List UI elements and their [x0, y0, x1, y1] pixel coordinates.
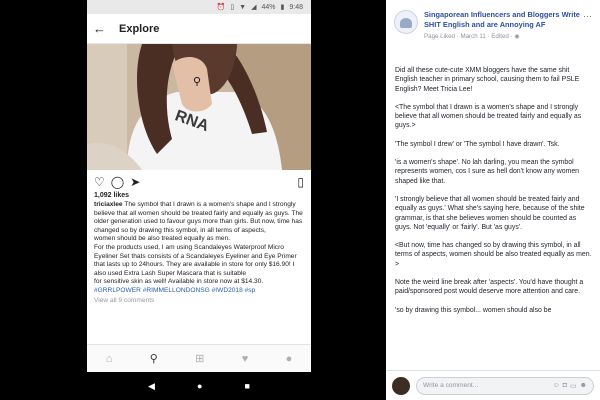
view-all-comments-link[interactable]: View all 9 comments	[94, 297, 304, 304]
share-icon[interactable]: ➤	[130, 175, 140, 189]
bookmark-icon[interactable]: ▯	[297, 175, 304, 189]
post-meta-text: Page Liked · March 11 · Edited ·	[424, 33, 515, 40]
user-avatar	[392, 376, 410, 395]
home-icon[interactable]: ⌂	[106, 353, 113, 365]
app-bar: ← Explore	[87, 14, 311, 44]
comment-icon[interactable]: ◯	[111, 175, 124, 189]
comment-bar: Write a comment... ☺ ◘ ▭ ☻	[386, 370, 600, 400]
post-actions: ♡ ◯ ➤ ▯	[94, 170, 304, 194]
caption-line-3: For the products used, I am using Scanda…	[94, 243, 297, 277]
battery-icon: ▮	[280, 4, 285, 11]
clock: 9:48	[289, 3, 303, 11]
screenshot-root: ⏰ ▯ ▼ ◢ 44% ▮ 9:48 ← Explore RNA ♡ ◯ ➤ ▯…	[0, 0, 600, 400]
post-image: RNA	[87, 44, 311, 170]
post-photo[interactable]: RNA	[87, 44, 311, 170]
post-header: Singaporean Influencers and Bloggers Wri…	[386, 0, 600, 62]
sticker-icon[interactable]: ☻	[580, 382, 587, 389]
username[interactable]: triciaxlee	[94, 201, 123, 208]
post-paragraph: Note the weird line break after 'aspects…	[395, 279, 584, 296]
recents-square-icon[interactable]: ■	[245, 381, 250, 391]
page-title: Explore	[119, 22, 160, 35]
add-post-icon[interactable]: ⊞	[195, 352, 204, 365]
page-name-link[interactable]: Singaporean Influencers and Bloggers Wri…	[424, 10, 592, 30]
battery-percent: 44%	[261, 3, 276, 11]
post-paragraph: 'so by drawing this symbol... women shou…	[395, 306, 552, 314]
comment-placeholder: Write a comment...	[423, 382, 479, 389]
gif-icon[interactable]: ▭	[570, 382, 577, 390]
caption-line-2: women should be also treated equally as …	[94, 235, 230, 243]
search-icon[interactable]: ⚲	[150, 352, 158, 365]
camera-icon[interactable]: ◘	[563, 382, 567, 389]
caption-line-4: for sensitive skin as well! Available in…	[94, 278, 264, 286]
post-paragraph: Did all these cute-cute XMM bloggers hav…	[395, 67, 580, 93]
comment-input[interactable]: Write a comment... ☺ ◘ ▭ ☻	[416, 376, 594, 395]
alarm-icon: ⏰	[216, 4, 226, 11]
post-paragraph: 'I strongly believe that all women shoul…	[395, 195, 585, 231]
android-nav-bar: ◀ ● ■	[87, 372, 311, 400]
instagram-phone-screen: ⏰ ▯ ▼ ◢ 44% ▮ 9:48 ← Explore RNA ♡ ◯ ➤ ▯…	[87, 0, 311, 400]
emoji-icon[interactable]: ☺	[553, 382, 560, 389]
page-avatar[interactable]	[394, 10, 418, 34]
arrow-left-icon[interactable]: ←	[93, 21, 109, 36]
post-caption: triciaxlee The symbol that I drawn is a …	[94, 201, 304, 296]
profile-icon[interactable]: ●	[286, 353, 293, 365]
post-paragraph: 'The symbol I drew' or 'The symbol I hav…	[395, 140, 560, 148]
home-circle-icon[interactable]: ●	[197, 381, 202, 391]
likes-count[interactable]: 1,092 likes	[94, 192, 304, 199]
back-triangle-icon[interactable]: ◀	[148, 381, 155, 392]
signal-icon: ◢	[251, 4, 257, 11]
wifi-icon: ▼	[239, 3, 247, 11]
post-paragraph: <But now, time has changed so by drawing…	[395, 242, 592, 268]
post-paragraph: <The symbol that I drawn is a women's sh…	[395, 103, 582, 130]
post-body: ♡ ◯ ➤ ▯ 1,092 likes triciaxlee The symbo…	[87, 170, 311, 344]
more-options-icon[interactable]: ···	[583, 12, 592, 21]
vibrate-icon: ▯	[230, 4, 235, 11]
post-paragraph: 'is a women's shape'. No lah darling, yo…	[395, 159, 580, 185]
activity-heart-icon[interactable]: ♥	[242, 353, 249, 365]
facebook-post-panel: Singaporean Influencers and Bloggers Wri…	[386, 0, 600, 400]
post-text: Did all these cute-cute XMM bloggers hav…	[386, 66, 600, 370]
globe-icon: ◉	[514, 33, 520, 40]
bottom-tab-bar: ⌂ ⚲ ⊞ ♥ ●	[87, 344, 311, 372]
post-meta: Page Liked · March 11 · Edited · ◉	[424, 33, 592, 40]
hashtags[interactable]: #GRRLPOWER #RIMMELLONDONSG #IWD2018 #sp	[94, 287, 255, 294]
caption-line-1: The symbol that I drawn is a women's sha…	[94, 201, 303, 234]
post-header-text: Singaporean Influencers and Bloggers Wri…	[424, 10, 592, 62]
status-bar: ⏰ ▯ ▼ ◢ 44% ▮ 9:48	[87, 0, 311, 14]
heart-icon[interactable]: ♡	[94, 175, 105, 189]
